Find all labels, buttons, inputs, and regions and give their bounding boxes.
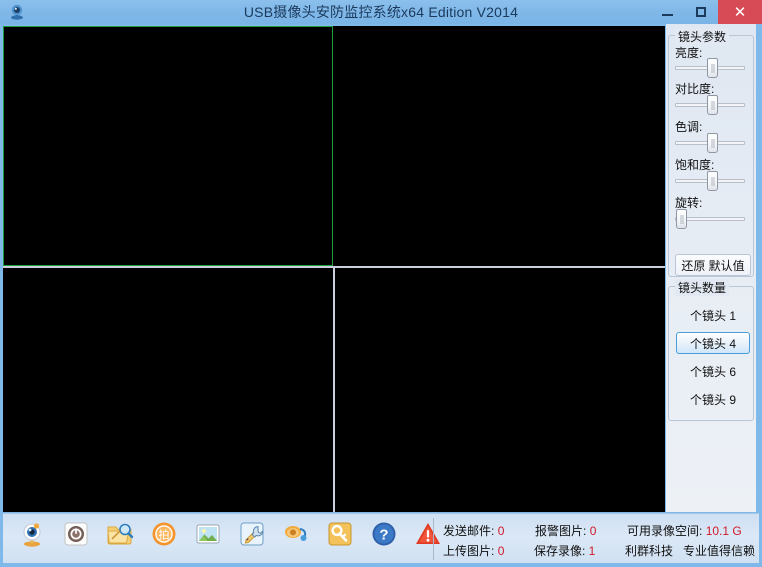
saturation-slider-thumb[interactable]: [707, 171, 718, 191]
application-window: USB摄像头安防监控系统x64 Edition V2014 ✕ 镜头参数 亮度:: [0, 0, 762, 567]
alarm-picture-stat: 报警图片: 0: [535, 522, 627, 539]
capture-icon-glyph: 拍: [159, 527, 170, 541]
save-record-stat: 保存录像: 1: [534, 542, 625, 559]
bottom-edge: [3, 563, 759, 565]
bottom-bar: 拍 ? 发送邮件: 0 报警图片: 0 可用录像空间: 10.1 G 上传图片:…: [3, 513, 759, 565]
camera-count-option-9[interactable]: 个镜头 9: [676, 388, 750, 410]
company-name: 利群科技: [624, 543, 673, 558]
camera-count-title: 镜头数量: [675, 279, 730, 296]
folder-search-icon[interactable]: [105, 519, 135, 549]
help-icon[interactable]: ?: [369, 519, 399, 549]
brightness-label: 亮度:: [675, 46, 703, 60]
free-space-stat: 可用录像空间: 10.1 G: [627, 522, 742, 539]
send-mail-stat: 发送邮件: 0: [443, 522, 535, 539]
status-row-bottom: 上传图片: 0 保存录像: 1 利群科技 专业值得信赖: [443, 540, 755, 560]
hue-label: 色调:: [675, 120, 703, 134]
webcam-icon[interactable]: [17, 519, 47, 549]
picture-icon[interactable]: [193, 519, 223, 549]
reset-defaults-button[interactable]: 还原 默认值: [675, 254, 751, 276]
hue-slider[interactable]: [675, 133, 745, 153]
rotation-slider[interactable]: [675, 209, 745, 229]
minimize-icon: [661, 14, 673, 16]
send-mail-value: 0: [497, 523, 505, 538]
camera-parameters-group: 镜头参数 亮度: 对比度: 色调: 饱和度: 旋转: 还原 默认值: [668, 28, 754, 277]
maximize-icon: [696, 7, 706, 17]
maximize-button[interactable]: [684, 0, 718, 24]
key-icon[interactable]: [325, 519, 355, 549]
contrast-slider-thumb[interactable]: [707, 95, 718, 115]
alarm-picture-value: 0: [589, 523, 597, 538]
help-icon-glyph: ?: [379, 527, 388, 544]
video-cell-4[interactable]: [335, 268, 665, 512]
video-cell-2[interactable]: [335, 26, 665, 266]
free-space-value: 10.1 G: [705, 523, 742, 538]
webcam-icon: [4, 1, 30, 23]
video-cell-1[interactable]: [3, 26, 333, 266]
alarm-picture-label: 报警图片:: [535, 523, 587, 538]
power-icon[interactable]: [61, 519, 91, 549]
close-icon: ✕: [733, 4, 747, 21]
status-separator: [433, 518, 434, 560]
toolbar: 拍 ?: [17, 519, 443, 549]
camera-count-group: 镜头数量 个镜头 1 个镜头 4 个镜头 6 个镜头 9: [668, 279, 754, 421]
upload-picture-label: 上传图片:: [443, 543, 495, 558]
window-controls: ✕: [650, 0, 762, 24]
brightness-slider[interactable]: [675, 58, 745, 78]
save-record-label: 保存录像:: [533, 543, 586, 558]
camera-count-option-1[interactable]: 个镜头 1: [676, 304, 750, 326]
camera-count-option-4[interactable]: 个镜头 4: [676, 332, 750, 354]
contrast-slider[interactable]: [675, 95, 745, 115]
title-bar: USB摄像头安防监控系统x64 Edition V2014 ✕: [0, 0, 762, 24]
save-record-value: 1: [588, 543, 596, 558]
close-button[interactable]: ✕: [718, 0, 762, 24]
minimize-button[interactable]: [650, 0, 684, 24]
hue-slider-thumb[interactable]: [707, 133, 718, 153]
capture-icon[interactable]: 拍: [149, 519, 179, 549]
audio-icon[interactable]: [281, 519, 311, 549]
side-panel: 镜头参数 亮度: 对比度: 色调: 饱和度: 旋转: 还原 默认值 镜头数量 个…: [666, 24, 756, 512]
free-space-label: 可用录像空间:: [627, 523, 703, 538]
camera-count-option-6[interactable]: 个镜头 6: [676, 360, 750, 382]
camera-parameters-title: 镜头参数: [675, 28, 730, 45]
window-title: USB摄像头安防监控系统x64 Edition V2014: [243, 4, 519, 20]
upload-picture-value: 0: [497, 543, 505, 558]
branding: 利群科技 专业值得信赖: [625, 542, 755, 559]
company-slogan: 专业值得信赖: [682, 543, 755, 558]
status-area: 发送邮件: 0 报警图片: 0 可用录像空间: 10.1 G 上传图片: 0 保…: [443, 520, 755, 560]
brightness-slider-thumb[interactable]: [707, 58, 718, 78]
send-mail-label: 发送邮件:: [443, 523, 495, 538]
video-grid: [3, 26, 665, 512]
grid-divider-vertical: [333, 266, 335, 512]
upload-picture-stat: 上传图片: 0: [443, 542, 534, 559]
rotation-slider-thumb[interactable]: [676, 209, 687, 229]
video-cell-3[interactable]: [3, 268, 333, 512]
status-row-top: 发送邮件: 0 报警图片: 0 可用录像空间: 10.1 G: [443, 520, 755, 540]
settings-icon[interactable]: [237, 519, 267, 549]
saturation-slider[interactable]: [675, 171, 745, 191]
alert-icon[interactable]: [413, 519, 443, 549]
